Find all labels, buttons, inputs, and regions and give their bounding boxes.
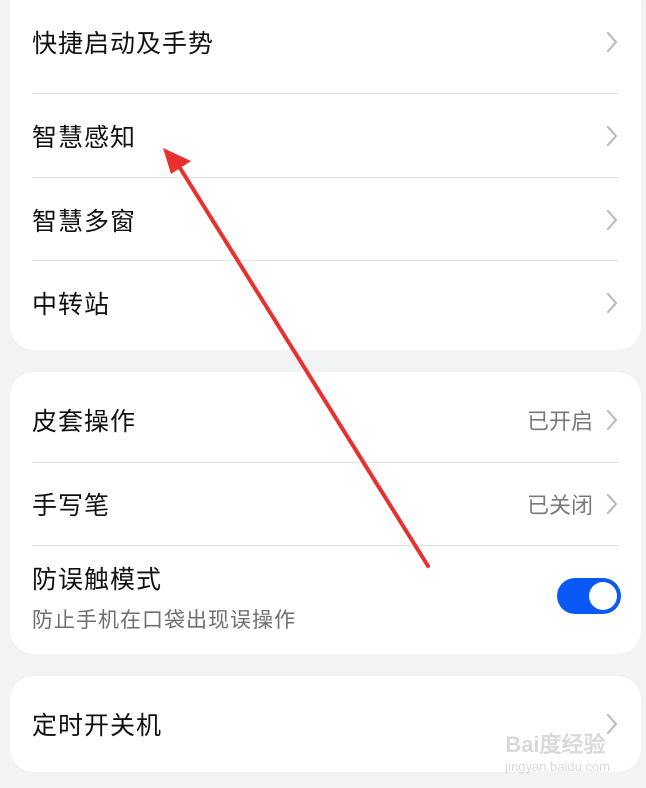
setting-row-cover-operation[interactable]: 皮套操作 已开启 bbox=[10, 378, 641, 462]
settings-group-2: 皮套操作 已开启 手写笔 已关闭 防误触模式 防止手机在口袋出现误操作 bbox=[10, 372, 641, 654]
setting-row-stylus[interactable]: 手写笔 已关闭 bbox=[10, 463, 641, 545]
setting-row-shortcuts-gestures[interactable]: 快捷启动及手势 bbox=[10, 0, 641, 83]
setting-row-transfer-station[interactable]: 中转站 bbox=[10, 261, 641, 344]
setting-status: 已关闭 bbox=[526, 494, 593, 519]
setting-label: 快捷启动及手势 bbox=[32, 28, 215, 58]
settings-group-1: 快捷启动及手势 智慧感知 智慧多窗 中转站 bbox=[10, 0, 641, 350]
chevron-right-icon bbox=[601, 207, 623, 233]
mistouch-toggle-switch[interactable] bbox=[557, 578, 621, 614]
setting-label: 智慧多窗 bbox=[32, 206, 137, 236]
setting-label: 定时开关机 bbox=[32, 711, 163, 740]
setting-label: 皮套操作 bbox=[32, 407, 137, 436]
setting-status: 已开启 bbox=[526, 410, 593, 435]
chevron-right-icon bbox=[601, 491, 623, 517]
watermark-site: jingyan.baidu.com bbox=[505, 759, 610, 774]
setting-row-smart-multiwindow[interactable]: 智慧多窗 bbox=[10, 178, 641, 261]
chevron-right-icon bbox=[601, 123, 623, 149]
setting-row-mistouch-mode[interactable]: 防误触模式 防止手机在口袋出现误操作 bbox=[10, 546, 641, 646]
toggle-knob bbox=[589, 582, 617, 610]
setting-label: 中转站 bbox=[32, 289, 111, 319]
chevron-right-icon bbox=[601, 407, 623, 433]
setting-label: 手写笔 bbox=[32, 491, 111, 520]
baidu-jingyan-watermark: Bai度经验 jingyan.baidu.com bbox=[505, 727, 610, 774]
setting-row-smart-perception[interactable]: 智慧感知 bbox=[10, 94, 641, 177]
chevron-right-icon bbox=[601, 290, 623, 316]
setting-label: 防误触模式 bbox=[32, 565, 163, 594]
setting-description: 防止手机在口袋出现误操作 bbox=[32, 608, 296, 632]
chevron-right-icon bbox=[601, 29, 623, 55]
setting-label: 智慧感知 bbox=[32, 122, 137, 152]
watermark-brand: Bai度经验 bbox=[505, 732, 606, 757]
